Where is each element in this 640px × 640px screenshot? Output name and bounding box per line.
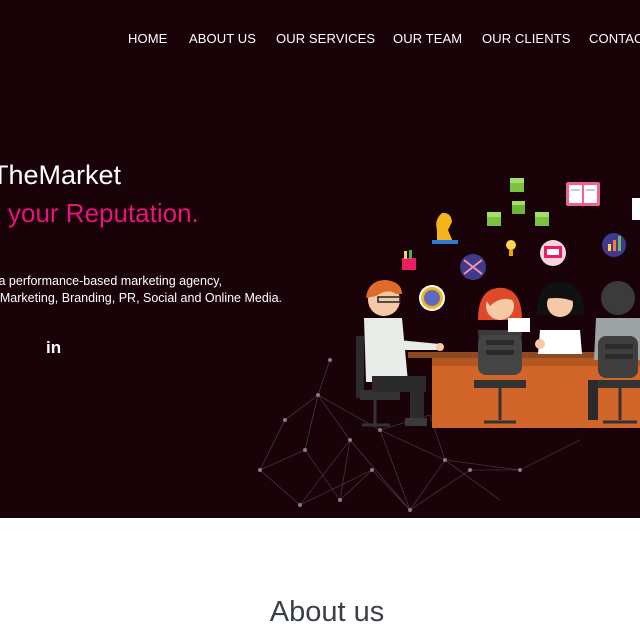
about-us-heading: About us — [269, 596, 385, 628]
chess-knight-icon — [432, 212, 458, 244]
chart-icon — [540, 240, 566, 266]
hero-section: HOME ABOUT US OUR SERVICES OUR TEAM OUR … — [0, 0, 640, 518]
document-icon — [402, 250, 416, 270]
linkedin-icon[interactable]: in — [46, 338, 61, 358]
target-icon — [460, 254, 486, 280]
hero-description-line1: is a performance-based marketing agency, — [0, 274, 222, 288]
book-icon — [566, 182, 600, 206]
hero-title: TheMarket — [0, 160, 122, 190]
main-nav: HOME ABOUT US OUR SERVICES OUR TEAM OUR … — [0, 31, 640, 49]
hero-description: is a performance-based marketing agency,… — [0, 273, 282, 307]
nav-item-our-team[interactable]: OUR TEAM — [393, 31, 462, 46]
team-meeting-illustration — [258, 178, 640, 512]
lightbulb-icon — [506, 240, 516, 256]
nav-item-our-services[interactable]: OUR SERVICES — [276, 31, 375, 46]
nav-item-home[interactable]: HOME — [128, 31, 167, 46]
nav-item-contact[interactable]: CONTAC — [589, 31, 640, 46]
growth-chart-icon — [602, 233, 626, 257]
globe-icon — [419, 285, 445, 311]
woman-black-hair — [535, 282, 584, 354]
cube-icon — [487, 178, 549, 226]
nav-item-about-us[interactable]: ABOUT US — [189, 31, 256, 46]
hero-subtitle: your Reputation. — [8, 198, 199, 228]
monitor-icon — [632, 198, 640, 220]
hero-description-line2: nt Marketing, Branding, PR, Social and O… — [0, 291, 282, 305]
nav-item-our-clients[interactable]: OUR CLIENTS — [482, 31, 571, 46]
